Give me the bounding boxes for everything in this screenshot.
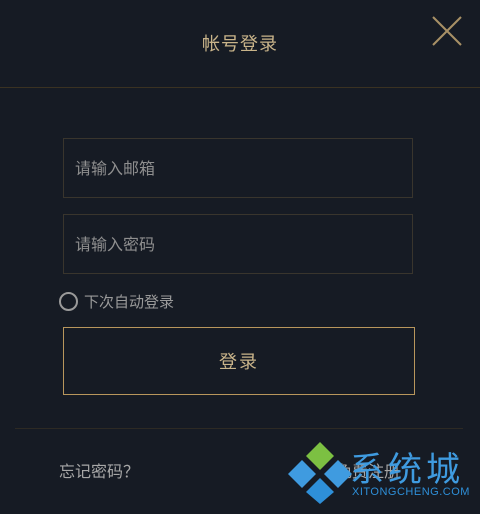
watermark-text-cn: 系统城	[350, 450, 464, 490]
header-divider	[0, 87, 480, 88]
close-icon	[432, 16, 462, 46]
auto-login-option[interactable]: 下次自动登录	[59, 291, 174, 312]
auto-login-label: 下次自动登录	[84, 293, 175, 311]
dialog-title: 帐号登录	[202, 34, 278, 55]
email-input[interactable]	[63, 138, 413, 198]
watermark: 系统城 XITONGCHENG.COM	[288, 440, 480, 514]
forgot-password-link[interactable]: 忘记密码？	[59, 458, 139, 482]
close-button[interactable]	[430, 14, 464, 48]
watermark-text-en: XITONGCHENG.COM	[352, 486, 470, 498]
diamond-logo-icon	[288, 442, 352, 504]
auto-login-radio[interactable]	[59, 292, 78, 311]
password-input[interactable]	[63, 214, 413, 274]
login-button[interactable]: 登录	[63, 327, 415, 395]
footer-divider	[15, 428, 463, 429]
login-dialog: 帐号登录 下次自动登录 登录 忘记密码？ 免费注册	[0, 0, 480, 514]
